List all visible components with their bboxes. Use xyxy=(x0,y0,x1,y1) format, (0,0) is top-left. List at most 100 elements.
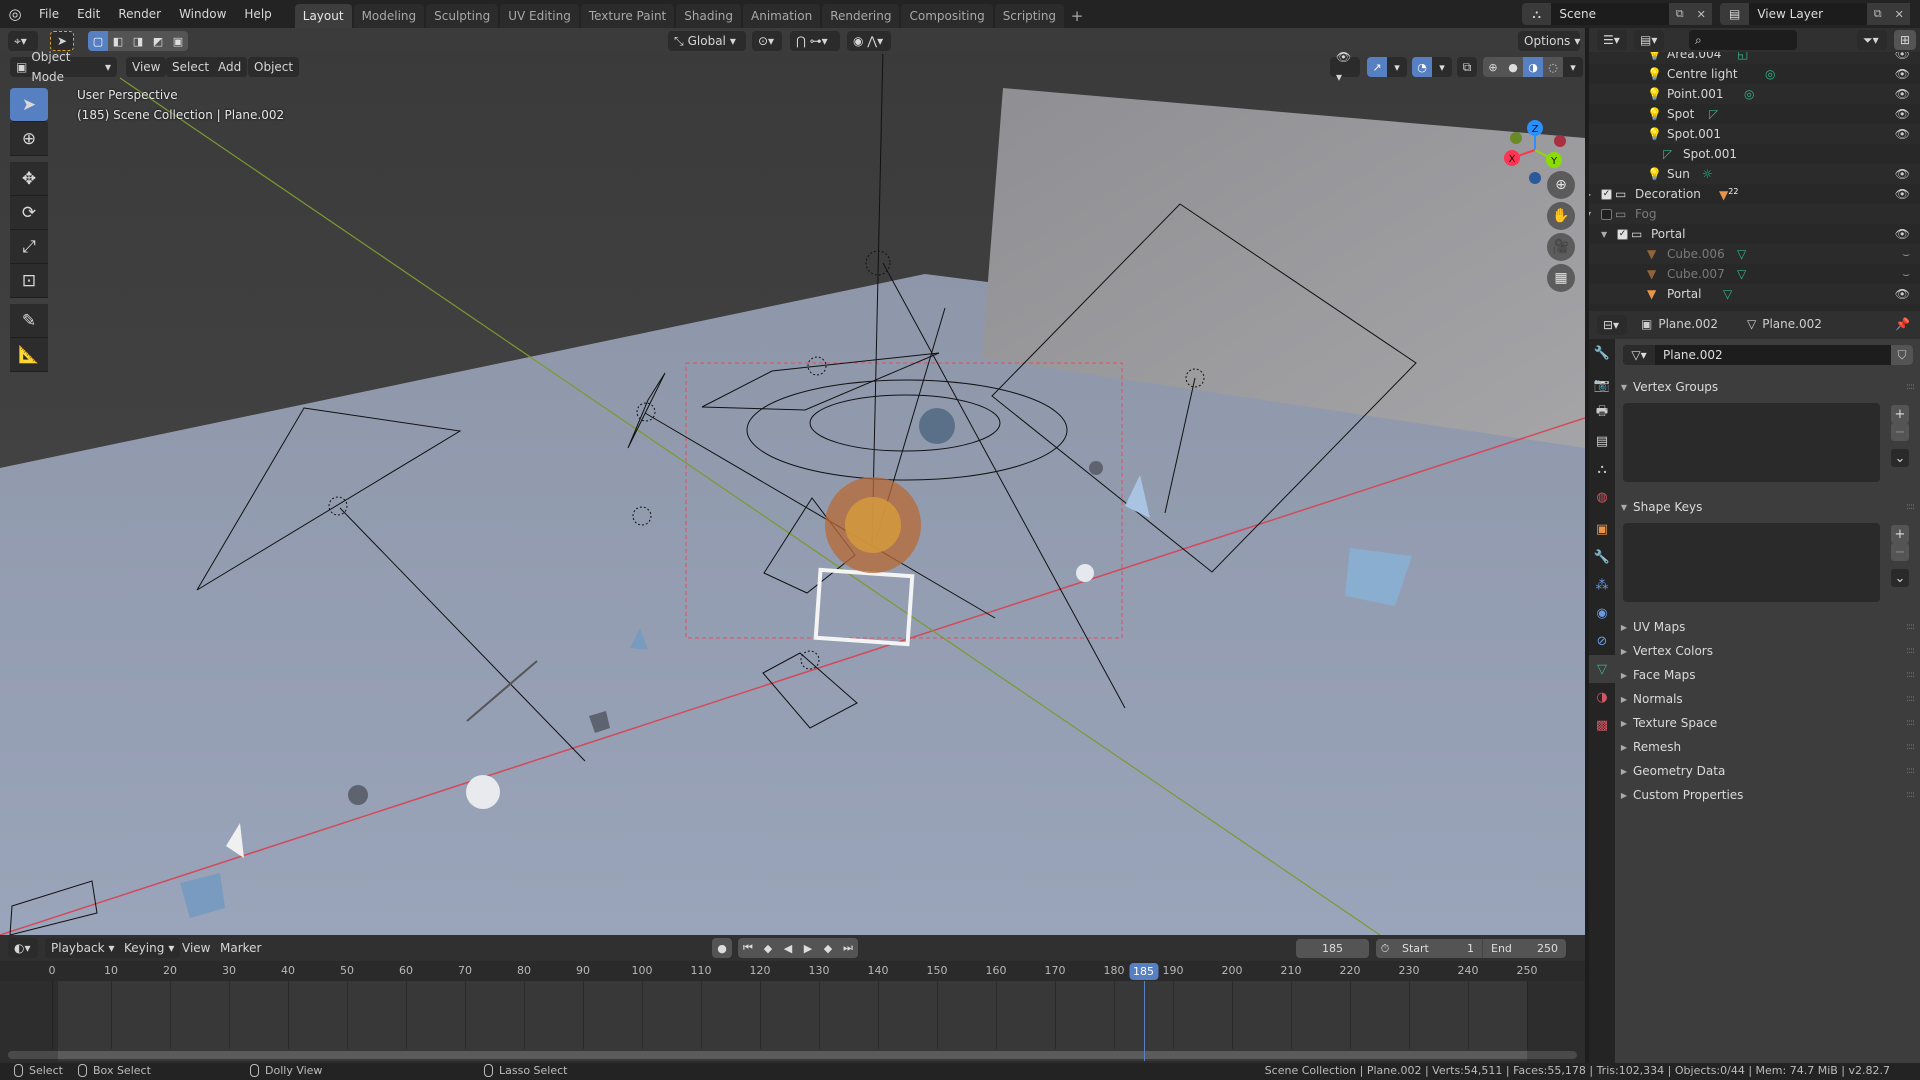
eye-hidden-icon[interactable]: ⌣ xyxy=(1902,247,1910,262)
scene-icon[interactable]: ⛬ xyxy=(1522,3,1552,25)
panel-geometry-data[interactable]: ▶ Geometry Data:::: xyxy=(1615,759,1920,783)
view-layer-icon[interactable]: ▤ xyxy=(1720,3,1750,25)
outliner-item-name[interactable]: Spot.001 xyxy=(1683,147,1737,161)
pin-icon[interactable]: 📌 xyxy=(1895,317,1910,331)
rendered-shading-icon[interactable]: ◌ xyxy=(1543,57,1563,77)
end-frame-field[interactable]: End 250 xyxy=(1482,939,1566,958)
measure-tool-icon[interactable]: 📐 xyxy=(10,338,48,372)
render-tab-icon[interactable]: 📷 xyxy=(1589,371,1615,399)
panel-custom-properties[interactable]: ▶ Custom Properties:::: xyxy=(1615,783,1920,807)
auto-keying-record-icon[interactable]: ● xyxy=(712,938,732,958)
tab-compositing[interactable]: Compositing xyxy=(901,4,993,28)
mesh-browse-icon[interactable]: ▽▾ xyxy=(1623,345,1655,365)
delete-scene-button[interactable]: ✕ xyxy=(1690,3,1713,25)
vertex-group-specials-button[interactable]: ⌄ xyxy=(1891,449,1909,467)
outliner-row[interactable]: 💡 Spot ◸ 👁 xyxy=(1589,104,1920,124)
transform-orientation-dropdown[interactable]: ⤡ Global ▾ xyxy=(668,31,746,51)
tab-modeling[interactable]: Modeling xyxy=(353,4,425,28)
outliner-item-name[interactable]: Sun xyxy=(1667,167,1690,181)
mesh-data-icon[interactable]: ▽ xyxy=(1737,247,1746,261)
fake-user-shield-icon[interactable]: ⛉ xyxy=(1891,345,1913,365)
drag-grip-icon[interactable]: :::: xyxy=(1906,382,1915,392)
outliner-row[interactable]: ▼ ✓ ▭ Portal 👁 xyxy=(1589,224,1920,244)
scene-tab-icon[interactable]: ⛬ xyxy=(1589,455,1615,483)
panel-normals[interactable]: ▶ Normals:::: xyxy=(1615,687,1920,711)
disclosure-triangle-icon[interactable]: ▼ xyxy=(1601,230,1611,239)
menu-window[interactable]: Window xyxy=(170,0,235,28)
blender-logo-icon[interactable]: ◎ xyxy=(0,0,30,28)
zoom-view-icon[interactable]: ⊕ xyxy=(1547,171,1575,199)
eye-visible-icon[interactable]: 👁 xyxy=(1895,287,1910,301)
tab-uv-editing[interactable]: UV Editing xyxy=(500,4,579,28)
exclude-checkbox[interactable]: ✓ xyxy=(1617,228,1628,240)
exclude-checkbox[interactable]: ✓ xyxy=(1601,188,1612,200)
world-tab-icon[interactable]: ◍ xyxy=(1589,483,1615,511)
drag-grip-icon[interactable]: :::: xyxy=(1906,622,1915,632)
outliner-row[interactable]: 💡 Sun ☼ 👁 xyxy=(1589,164,1920,184)
view-layer-tab-icon[interactable]: ▤ xyxy=(1589,427,1615,455)
disclosure-triangle-icon[interactable]: ▼ xyxy=(1589,210,1595,219)
annotate-tool-icon[interactable]: ✎ xyxy=(10,304,48,338)
delete-view-layer-button[interactable]: ✕ xyxy=(1888,3,1911,25)
new-scene-button[interactable]: ⧉ xyxy=(1668,3,1691,25)
play-reverse-icon[interactable]: ◀ xyxy=(778,938,798,958)
drag-grip-icon[interactable]: :::: xyxy=(1906,646,1915,656)
outliner-row[interactable]: 💡 Centre light ◎ 👁 xyxy=(1589,64,1920,84)
outliner-row[interactable]: 💡 Spot.001 👁 xyxy=(1589,124,1920,144)
shape-keys-list[interactable] xyxy=(1623,523,1880,602)
sphere-object[interactable] xyxy=(1076,564,1094,582)
spot-light-data-icon[interactable]: ◸ xyxy=(1709,107,1718,121)
panel-shape-keys[interactable]: ▼ Shape Keys :::: xyxy=(1615,495,1920,519)
menu-select[interactable]: Select xyxy=(166,57,216,77)
tab-animation[interactable]: Animation xyxy=(743,4,821,28)
menu-render[interactable]: Render xyxy=(109,0,170,28)
timeline-body[interactable] xyxy=(0,981,1585,1061)
tab-shading[interactable]: Shading xyxy=(676,4,741,28)
scene-name-field[interactable]: Scene xyxy=(1551,3,1669,25)
overlays-toggle-icon[interactable]: ◔ xyxy=(1412,57,1432,77)
tab-rendering[interactable]: Rendering xyxy=(822,4,900,28)
3d-viewport[interactable]: ⌖▾ ➤ ▢ ◧ ◨ ◩ ▣ ⤡ Global ▾ ⊙▾ ⋂ ⊶▾ ◉ ⋀▾ O… xyxy=(0,28,1585,935)
outliner-row[interactable]: ▼ Cube.006 ▽ ⌣ xyxy=(1589,244,1920,264)
object-tab-icon[interactable]: ▣ xyxy=(1589,515,1615,543)
tab-sculpting[interactable]: Sculpting xyxy=(426,4,499,28)
mesh-data-tab-icon[interactable]: ▽ xyxy=(1589,655,1615,683)
play-icon[interactable]: ▶ xyxy=(798,938,818,958)
outliner-item-name[interactable]: Spot xyxy=(1667,107,1694,121)
point-light-data-icon[interactable]: ◎ xyxy=(1765,67,1775,81)
pan-view-icon[interactable]: ✋ xyxy=(1547,202,1575,230)
disclosure-triangle-icon[interactable]: ▶ xyxy=(1589,190,1595,199)
prev-keyframe-icon[interactable]: ◆ xyxy=(758,938,778,958)
new-collection-button[interactable]: ⊞ xyxy=(1894,30,1916,50)
sun-light-data-icon[interactable]: ☼ xyxy=(1702,167,1713,181)
outliner-row[interactable]: ▼ Cube.007 ▽ ⌣ xyxy=(1589,264,1920,284)
jump-end-icon[interactable]: ⏭ xyxy=(838,938,858,958)
chevron-down-icon[interactable]: ▾ xyxy=(1432,57,1452,77)
menu-help[interactable]: Help xyxy=(235,0,280,28)
current-frame-field[interactable]: 185 xyxy=(1296,939,1369,958)
mesh-data-icon[interactable]: ▽ xyxy=(1723,287,1732,301)
outliner-item-name[interactable]: Spot.001 xyxy=(1667,127,1721,141)
select-box-tool-icon[interactable]: ➤ xyxy=(10,88,48,122)
point-light-data-icon[interactable]: ◎ xyxy=(1744,87,1754,101)
add-shape-key-button[interactable]: + xyxy=(1891,525,1909,543)
shape-key-specials-button[interactable]: ⌄ xyxy=(1891,569,1909,587)
outliner-item-name[interactable]: Fog xyxy=(1635,207,1656,221)
select-extend-icon[interactable]: ◧ xyxy=(108,31,128,51)
physics-tab-icon[interactable]: ◉ xyxy=(1589,599,1615,627)
exclude-checkbox[interactable] xyxy=(1601,208,1612,220)
outliner-item-name[interactable]: Portal xyxy=(1651,227,1685,241)
outliner-row[interactable]: ▼ ▭ Fog xyxy=(1589,204,1920,224)
menu-playback[interactable]: Playback ▾ xyxy=(45,938,121,958)
drag-grip-icon[interactable]: :::: xyxy=(1906,766,1915,776)
add-vertex-group-button[interactable]: + xyxy=(1891,405,1909,423)
outliner-row[interactable]: ▶ ✓▭ Decoration ▼22 👁 xyxy=(1589,184,1920,204)
tool-tab-icon[interactable]: 🔧 xyxy=(1589,339,1615,367)
eye-visible-icon[interactable]: 👁 xyxy=(1895,227,1910,241)
start-frame-field[interactable]: Start 1 xyxy=(1394,939,1482,958)
outliner-editor-type-button[interactable]: ☰▾ xyxy=(1597,30,1627,50)
sphere-object[interactable] xyxy=(348,785,368,805)
visibility-selectability-dropdown[interactable]: 👁▾ xyxy=(1330,50,1360,84)
current-frame-indicator[interactable]: 185 xyxy=(1129,963,1158,980)
gizmo-neg-z-axis[interactable] xyxy=(1529,172,1541,184)
